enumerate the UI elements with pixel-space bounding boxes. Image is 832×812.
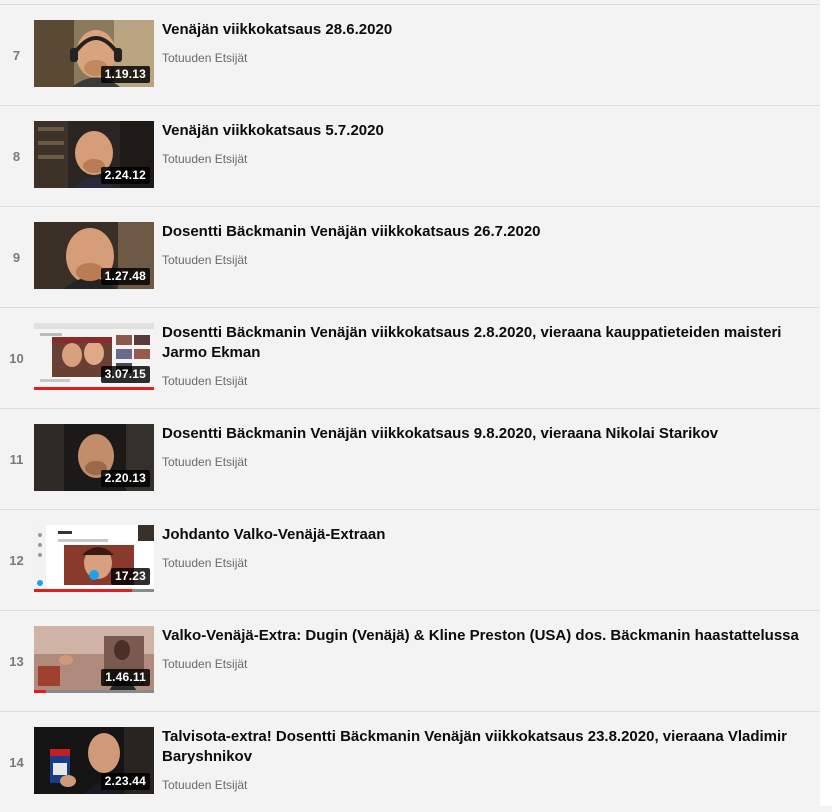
video-thumbnail[interactable]: 1.27.48 [34,222,154,289]
duration-badge: 2.23.44 [100,773,150,790]
duration-badge: 1.46.11 [101,669,150,686]
channel-name[interactable]: Totuuden Etsijät [162,253,247,267]
playlist-item-14[interactable]: 14 2.23.44 Talvisota-extra! Dosentti Bäc… [0,711,820,812]
watch-progress-fill [34,690,46,693]
video-title[interactable]: Dosentti Bäckmanin Venäjän viikkokatsaus… [162,424,812,444]
video-title[interactable]: Talvisota-extra! Dosentti Bäckmanin Venä… [162,727,812,767]
watch-progress-bar [34,589,154,592]
video-thumbnail[interactable]: 2.20.13 [34,424,154,491]
video-title[interactable]: Valko-Venäjä-Extra: Dugin (Venäjä) & Kli… [162,626,812,646]
watch-progress-fill [34,387,154,390]
video-thumbnail[interactable]: 3.07.15 [34,323,154,390]
video-title[interactable]: Dosentti Bäckmanin Venäjän viikkokatsaus… [162,323,812,363]
right-edge-panel [820,0,832,806]
item-index: 7 [12,48,21,63]
item-index: 14 [9,755,24,770]
duration-badge: 1.27.48 [100,268,150,285]
duration-badge: 2.20.13 [100,470,150,487]
playlist-item-12[interactable]: 12 17.23 Johdanto Valko-Venäjä-Extraan T… [0,509,820,610]
duration-badge: 1.19.13 [100,66,150,83]
channel-name[interactable]: Totuuden Etsijät [162,455,247,469]
channel-name[interactable]: Totuuden Etsijät [162,778,247,792]
channel-name[interactable]: Totuuden Etsijät [162,51,247,65]
channel-name[interactable]: Totuuden Etsijät [162,152,247,166]
playlist-panel: 7 1.19.13 Venäjän viikkokatsaus 28.6.202… [0,0,820,806]
item-index: 10 [9,351,24,366]
channel-name[interactable]: Totuuden Etsijät [162,374,247,388]
playlist-item-9[interactable]: 9 1.27.48 Dosentti Bäckmanin Venäjän vii… [0,206,820,307]
watch-progress-fill [34,589,133,592]
video-thumbnail[interactable]: 1.19.13 [34,20,154,87]
watch-progress-bar [34,387,154,390]
item-index: 8 [12,149,21,164]
item-index: 13 [9,654,24,669]
playlist-item-11[interactable]: 11 2.20.13 Dosentti Bäckmanin Venäjän vi… [0,408,820,509]
item-index: 12 [9,553,24,568]
duration-badge: 3.07.15 [100,366,150,383]
video-thumbnail[interactable]: 1.46.11 [34,626,154,693]
video-thumbnail[interactable]: 2.24.12 [34,121,154,188]
duration-badge: 17.23 [110,568,150,585]
item-index: 9 [12,250,21,265]
playlist-item-10[interactable]: 10 3.07.15 Dosentti Bäckmanin Venäjän vi… [0,307,820,408]
playlist-item-8[interactable]: 8 2.24.12 Venäjän viikkokatsaus 5.7.2020… [0,105,820,206]
video-title[interactable]: Venäjän viikkokatsaus 5.7.2020 [162,121,812,141]
video-title[interactable]: Venäjän viikkokatsaus 28.6.2020 [162,20,812,40]
video-title[interactable]: Johdanto Valko-Venäjä-Extraan [162,525,812,545]
channel-name[interactable]: Totuuden Etsijät [162,657,247,671]
item-index: 11 [9,452,24,467]
watch-progress-bar [34,690,154,693]
video-thumbnail[interactable]: 17.23 [34,525,154,592]
video-title[interactable]: Dosentti Bäckmanin Venäjän viikkokatsaus… [162,222,812,242]
channel-name[interactable]: Totuuden Etsijät [162,556,247,570]
video-thumbnail[interactable]: 2.23.44 [34,727,154,794]
playlist-item-13[interactable]: 13 1.46.11 Valko-Venäjä-Extra: Dugin (Ve… [0,610,820,711]
playlist-item-7[interactable]: 7 1.19.13 Venäjän viikkokatsaus 28.6.202… [0,4,820,105]
duration-badge: 2.24.12 [100,167,150,184]
